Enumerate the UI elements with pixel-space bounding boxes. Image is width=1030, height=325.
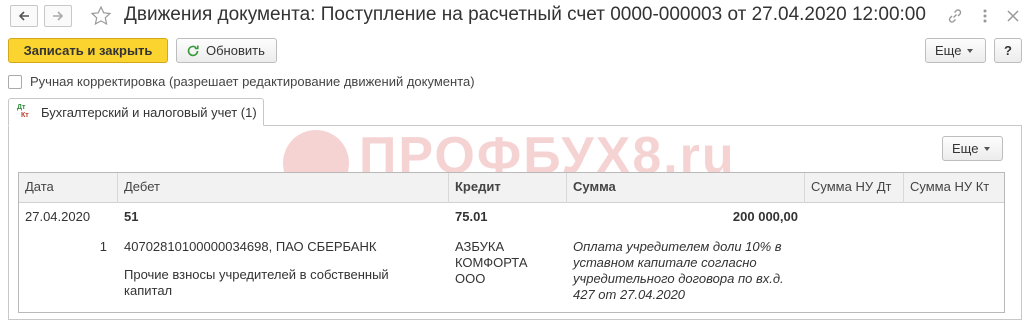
column-header-credit[interactable]: Кредит xyxy=(449,173,567,203)
more-label: Еще xyxy=(935,43,962,58)
entries-table[interactable]: Дата Дебет Кредит Сумма Сумма НУ Дт Сумм… xyxy=(18,172,1005,313)
table-more-menu-button[interactable]: Еще xyxy=(942,136,1003,161)
title-bar: Движения документа: Поступление на расче… xyxy=(0,0,1030,34)
help-button[interactable]: ? xyxy=(994,38,1022,63)
close-icon[interactable] xyxy=(1004,7,1022,25)
chevron-down-icon xyxy=(984,146,991,151)
arrow-left-icon xyxy=(18,11,29,21)
save-and-close-button[interactable]: Записать и закрыть xyxy=(8,38,168,63)
column-header-amount[interactable]: Сумма xyxy=(567,173,805,203)
row-line-number: 1 xyxy=(99,239,107,254)
refresh-button[interactable]: Обновить xyxy=(176,38,277,63)
arrow-right-icon xyxy=(53,11,64,21)
manual-edit-checkbox-row[interactable]: Ручная корректировка (разрешает редактир… xyxy=(8,74,475,89)
column-header-debit-bold xyxy=(118,173,449,203)
row-debit-subconto-bank: 40702810100000034698, ПАО СБЕРБАНК xyxy=(124,239,377,254)
table-more-label: Еще xyxy=(952,141,979,156)
dt-kt-icon: Дт Кт xyxy=(17,104,29,119)
row-credit-account: 75.01 xyxy=(455,209,488,224)
column-header-date[interactable]: Дата xyxy=(19,173,118,203)
column-header-tax-amount-dt[interactable]: Сумма НУ Дт xyxy=(805,173,904,203)
row-amount: 200 000,00 xyxy=(732,209,798,224)
back-button[interactable] xyxy=(10,5,38,27)
row-debit-subconto-flow: Прочие взносы учредителей в собственный … xyxy=(124,267,389,298)
more-menu-button[interactable]: Еще xyxy=(925,38,986,63)
forward-button[interactable] xyxy=(44,5,72,27)
refresh-icon xyxy=(187,45,199,56)
refresh-label: Обновить xyxy=(206,43,265,58)
favorite-star-icon[interactable] xyxy=(90,5,112,27)
row-debit-account: 51 xyxy=(124,209,139,224)
manual-edit-checkbox[interactable] xyxy=(8,74,22,89)
row-content: Оплата учредителем доли 10% в уставном к… xyxy=(573,239,784,302)
tab-accounting[interactable]: Дт Кт Бухгалтерский и налоговый учет (1) xyxy=(8,98,264,126)
row-date: 27.04.2020 xyxy=(25,209,91,224)
window-title: Движения документа: Поступление на расче… xyxy=(124,4,926,25)
row-credit-subconto: АЗБУКА КОМФОРТА ООО xyxy=(455,239,528,286)
link-icon[interactable] xyxy=(946,7,964,25)
chevron-down-icon xyxy=(967,48,974,53)
manual-edit-label: Ручная корректировка (разрешает редактир… xyxy=(30,74,475,89)
tab-label: Бухгалтерский и налоговый учет (1) xyxy=(41,104,257,120)
column-header-tax-amount-kt[interactable]: Сумма НУ Кт xyxy=(904,173,1004,203)
more-vertical-icon[interactable] xyxy=(976,7,994,25)
